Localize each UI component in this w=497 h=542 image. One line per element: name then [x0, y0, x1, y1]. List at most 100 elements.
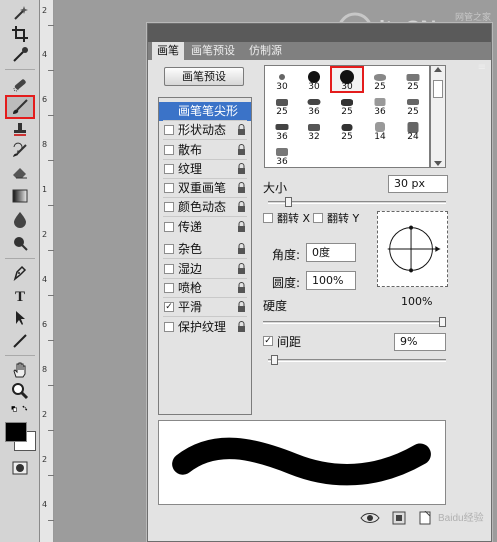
create-new-brush-icon[interactable] — [418, 511, 432, 525]
brush-option-checkbox[interactable] — [164, 322, 174, 332]
magic-wand-icon[interactable] — [6, 3, 34, 23]
brush-tip-cell[interactable]: 36 — [266, 142, 298, 167]
brush-option-row[interactable]: 双重画笔 — [159, 179, 251, 198]
tab-brush-presets[interactable]: 画笔预设 — [186, 42, 240, 60]
eraser-icon[interactable] — [6, 162, 34, 182]
spot-heal-icon[interactable] — [6, 74, 34, 94]
foreground-color-swatch[interactable] — [5, 422, 27, 442]
lock-icon[interactable] — [237, 243, 246, 255]
crop-icon[interactable] — [6, 24, 34, 44]
hardness-slider[interactable] — [263, 317, 446, 327]
brush-tip-cell[interactable]: 25 — [397, 67, 429, 92]
lock-icon[interactable] — [237, 263, 246, 275]
roundness-field[interactable]: 100% — [306, 271, 356, 290]
brush-icon[interactable] — [5, 95, 35, 119]
panel-menu-icon[interactable]: ≡ — [478, 62, 486, 73]
flip-x-checkbox[interactable] — [263, 213, 273, 223]
brush-option-checkbox[interactable] — [164, 125, 174, 135]
brush-angle-preview[interactable] — [377, 211, 448, 287]
lock-icon[interactable] — [237, 163, 246, 175]
tab-brush[interactable]: 画笔 — [152, 42, 184, 60]
brush-option-checkbox[interactable] — [164, 264, 174, 274]
brush-presets-button[interactable]: 画笔预设 — [164, 67, 244, 86]
eyedropper-icon[interactable] — [6, 45, 34, 65]
brush-option-checkbox[interactable] — [164, 145, 174, 155]
brush-tip-cell[interactable]: 25 — [266, 92, 298, 117]
brush-option-checkbox[interactable] — [164, 222, 174, 232]
size-slider[interactable] — [268, 197, 446, 207]
lock-icon[interactable] — [237, 144, 246, 156]
type-icon[interactable]: T — [6, 285, 34, 305]
brush-tip-cell[interactable]: 24 — [397, 117, 429, 142]
size-field[interactable]: 30 px — [388, 175, 448, 193]
brush-option-row[interactable]: 纹理 — [159, 160, 251, 179]
spacing-slider-knob[interactable] — [271, 355, 278, 365]
brush-tip-cell[interactable]: 36 — [298, 92, 330, 117]
brush-tip-cell[interactable]: 36 — [364, 92, 396, 117]
line-icon[interactable] — [6, 331, 34, 351]
pen-icon[interactable] — [6, 262, 34, 282]
quick-mask-icon[interactable] — [6, 458, 34, 478]
brush-option-row[interactable]: 画笔笔尖形状 — [159, 102, 251, 137]
brush-tip-preview-icon — [374, 98, 386, 106]
brush-tip-cell[interactable]: 32 — [298, 117, 330, 142]
lock-icon[interactable] — [237, 124, 246, 136]
brush-option-checkbox[interactable] — [164, 183, 174, 193]
ruler-number: 6 — [42, 95, 48, 104]
brush-option-row[interactable]: ✓ 平滑 — [159, 298, 251, 317]
brush-option-row[interactable]: 喷枪 — [159, 279, 251, 298]
spacing-slider[interactable] — [268, 355, 446, 365]
brush-option-checkbox[interactable] — [164, 244, 174, 254]
brush-option-row[interactable]: 传递 — [159, 218, 251, 237]
brush-projection-icon[interactable] — [392, 511, 406, 525]
brush-option-row[interactable]: 湿边 — [159, 260, 251, 279]
brush-tip-cell[interactable]: 25 — [331, 92, 363, 117]
toggle-live-tip-icon[interactable] — [360, 511, 380, 525]
hardness-slider-knob[interactable] — [439, 317, 446, 327]
brush-option-row[interactable]: 散布 — [159, 141, 251, 160]
brush-option-checkbox[interactable] — [164, 283, 174, 293]
panel-titlebar[interactable] — [148, 24, 491, 42]
flip-y-checkbox[interactable] — [313, 213, 323, 223]
lock-icon[interactable] — [237, 201, 246, 213]
angle-field[interactable]: 0度 — [306, 243, 356, 262]
spacing-field[interactable]: 9% — [394, 333, 446, 351]
scroll-up-icon[interactable] — [434, 67, 442, 72]
path-select-icon[interactable] — [6, 308, 34, 328]
brush-tip-cell[interactable]: 25 — [364, 67, 396, 92]
brush-option-row[interactable]: 形状动态 — [159, 121, 251, 140]
history-brush-icon[interactable] — [6, 141, 34, 161]
lock-icon[interactable] — [237, 282, 246, 294]
brush-grid-scrollbar[interactable] — [430, 65, 446, 168]
brush-tip-cell[interactable]: 14 — [364, 117, 396, 142]
lock-icon[interactable] — [237, 182, 246, 194]
brush-option-row[interactable]: 颜色动态 — [159, 198, 251, 217]
brush-tip-cell[interactable]: 36 — [266, 117, 298, 142]
zoom-icon[interactable] — [6, 381, 34, 401]
size-slider-knob[interactable] — [285, 197, 292, 207]
brush-tip-cell[interactable]: 25 — [331, 117, 363, 142]
lock-icon[interactable] — [237, 221, 246, 233]
blur-icon[interactable] — [6, 209, 34, 229]
scroll-thumb[interactable] — [433, 80, 443, 98]
brush-option-row[interactable]: 保护纹理 — [159, 318, 251, 337]
brush-tip-cell[interactable]: 30 — [298, 67, 330, 92]
spacing-checkbox[interactable]: ✓ — [263, 336, 273, 346]
brush-tip-cell[interactable]: 25 — [397, 92, 429, 117]
gradient-icon[interactable] — [6, 186, 34, 206]
hand-icon[interactable] — [6, 360, 34, 380]
brush-tip-cell[interactable]: 30 — [266, 67, 298, 92]
brush-option-checkbox[interactable]: ✓ — [164, 302, 174, 312]
brush-option-checkbox[interactable] — [164, 202, 174, 212]
lock-icon[interactable] — [237, 301, 246, 313]
dodge-icon[interactable] — [6, 233, 34, 253]
default-colors-icon[interactable] — [4, 402, 36, 416]
tab-clone-source[interactable]: 仿制源 — [244, 42, 287, 60]
brush-option-checkbox[interactable] — [164, 164, 174, 174]
brush-option-checkbox[interactable] — [164, 106, 174, 116]
brush-tip-cell[interactable]: 30 — [330, 66, 364, 93]
scroll-down-icon[interactable] — [434, 161, 442, 166]
brush-option-row[interactable]: 杂色 — [159, 240, 251, 259]
lock-icon[interactable] — [237, 321, 246, 333]
stamp-icon[interactable] — [6, 120, 34, 140]
